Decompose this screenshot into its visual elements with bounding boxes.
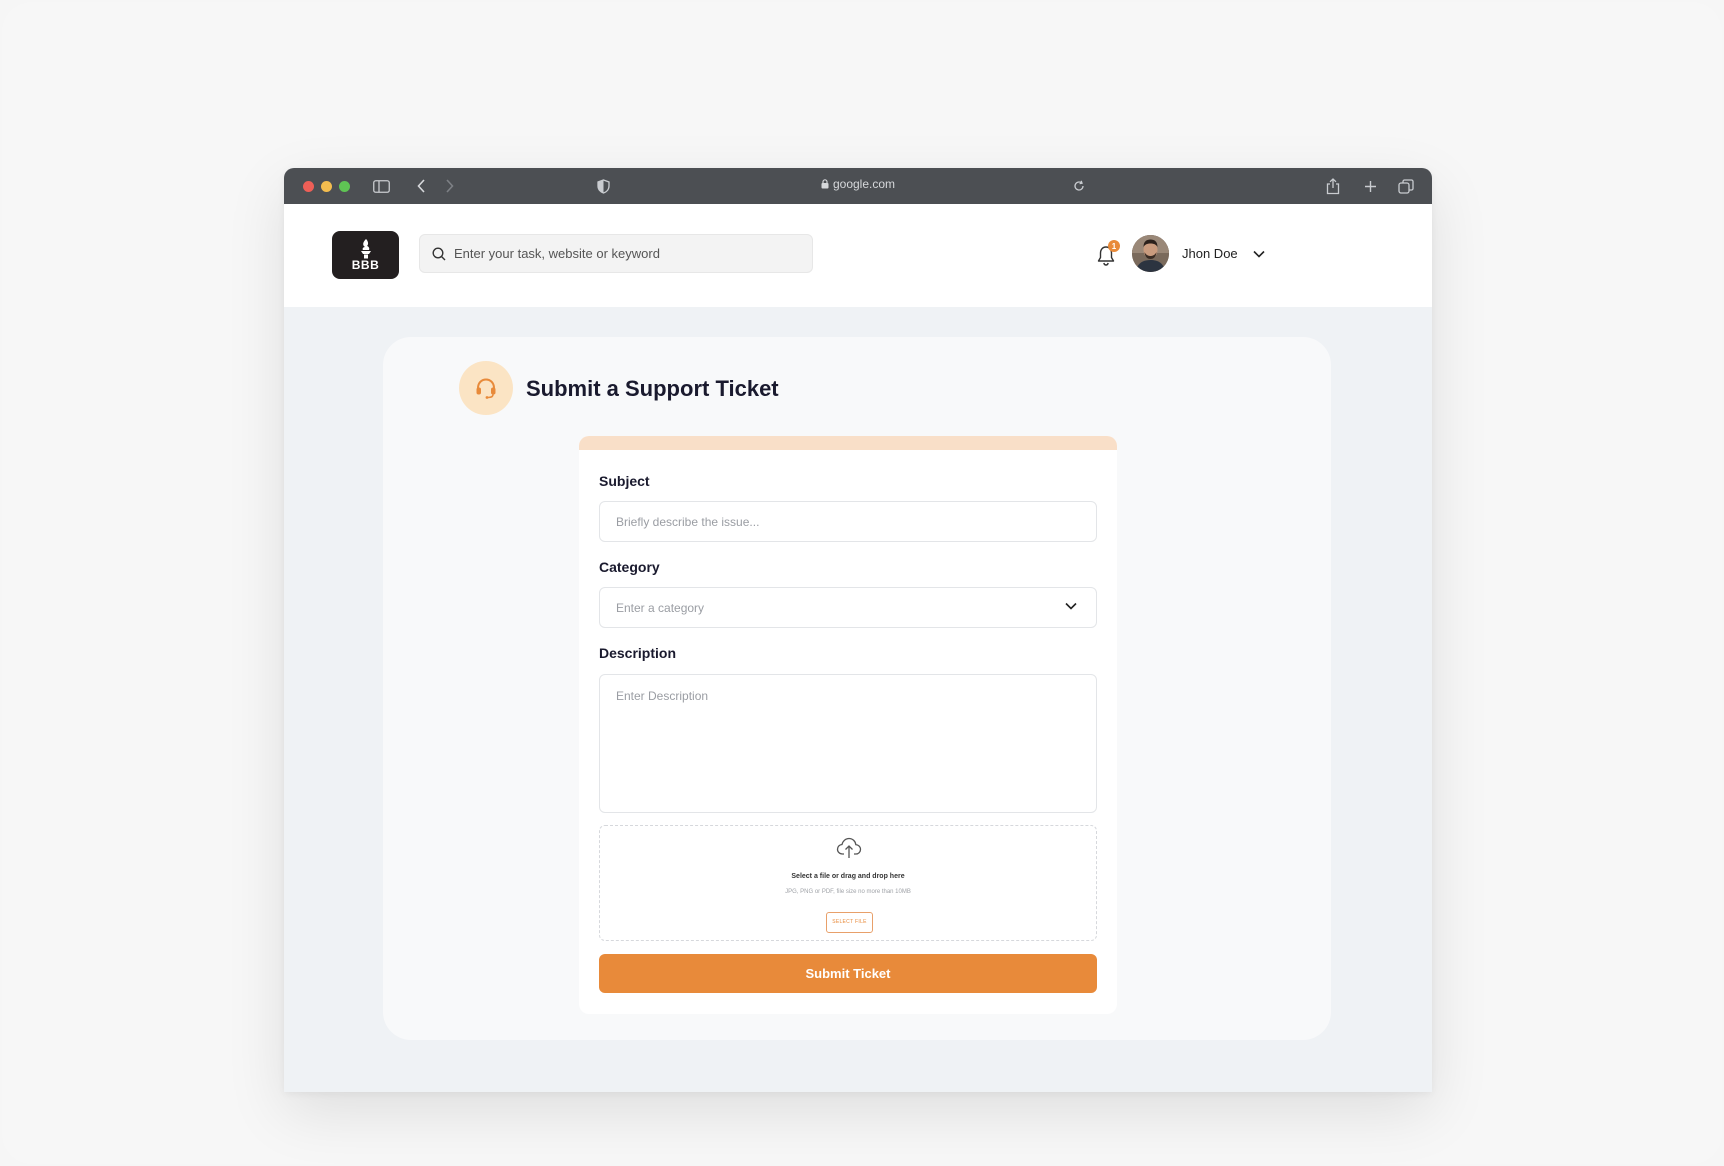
- upload-hint: JPG, PNG or PDF, file size no more than …: [785, 889, 911, 895]
- notification-badge: 1: [1108, 240, 1120, 252]
- back-icon[interactable]: [414, 176, 428, 196]
- subject-label: Subject: [599, 473, 650, 489]
- page-title: Submit a Support Ticket: [526, 376, 779, 401]
- tabs-overview-icon[interactable]: [1397, 176, 1415, 196]
- subject-field[interactable]: [599, 501, 1097, 542]
- share-icon[interactable]: [1324, 176, 1342, 196]
- logo[interactable]: BBB: [332, 231, 399, 279]
- submit-ticket-button[interactable]: Submit Ticket: [599, 954, 1097, 993]
- cloud-upload-icon: [836, 837, 862, 858]
- chevron-down-icon[interactable]: [1064, 601, 1078, 611]
- form-accent-bar: [579, 436, 1117, 450]
- browser-titlebar: google.com: [284, 168, 1432, 204]
- subject-input[interactable]: [616, 514, 1056, 529]
- category-input[interactable]: [616, 600, 1056, 615]
- browser-window: google.com BBB Enter your task, website …: [284, 168, 1432, 1092]
- notifications-button[interactable]: 1: [1094, 240, 1120, 268]
- new-tab-icon[interactable]: [1361, 176, 1379, 196]
- upload-title: Select a file or drag and drop here: [791, 873, 905, 880]
- address-bar: google.com: [284, 177, 1432, 191]
- category-label: Category: [599, 559, 660, 575]
- maximize-window-button[interactable]: [339, 181, 350, 192]
- chevron-down-icon[interactable]: [1252, 246, 1266, 264]
- minimize-window-button[interactable]: [321, 181, 332, 192]
- ticket-form: Subject Category Description Select a fi…: [579, 436, 1117, 1014]
- sidebar-toggle-icon[interactable]: [371, 176, 391, 196]
- description-input[interactable]: [600, 675, 1096, 812]
- headset-icon: [476, 378, 496, 399]
- description-label: Description: [599, 645, 677, 661]
- select-file-button[interactable]: SELECT FILE: [826, 912, 873, 933]
- description-field[interactable]: [599, 674, 1097, 813]
- user-name[interactable]: Jhon Doe: [1182, 246, 1238, 261]
- search-input[interactable]: [454, 246, 794, 261]
- logo-text: BBB: [351, 258, 380, 272]
- search-bar[interactable]: [419, 234, 813, 273]
- privacy-shield-icon[interactable]: [595, 176, 611, 196]
- avatar[interactable]: [1132, 235, 1169, 272]
- file-dropzone[interactable]: Select a file or drag and drop here JPG,…: [599, 825, 1097, 941]
- url-text[interactable]: google.com: [833, 177, 895, 191]
- forward-icon[interactable]: [442, 176, 456, 196]
- lock-icon: [821, 179, 829, 189]
- torch-logo-icon: [360, 239, 371, 259]
- reload-icon[interactable]: [1071, 176, 1087, 196]
- close-window-button[interactable]: [303, 181, 314, 192]
- support-ticket-card: Submit a Support Ticket Subject Category…: [383, 337, 1331, 1040]
- headset-icon-circle: [459, 361, 513, 415]
- category-select[interactable]: [599, 587, 1097, 628]
- app-header: BBB 1 Jhon Doe: [284, 204, 1432, 307]
- search-icon: [432, 246, 446, 260]
